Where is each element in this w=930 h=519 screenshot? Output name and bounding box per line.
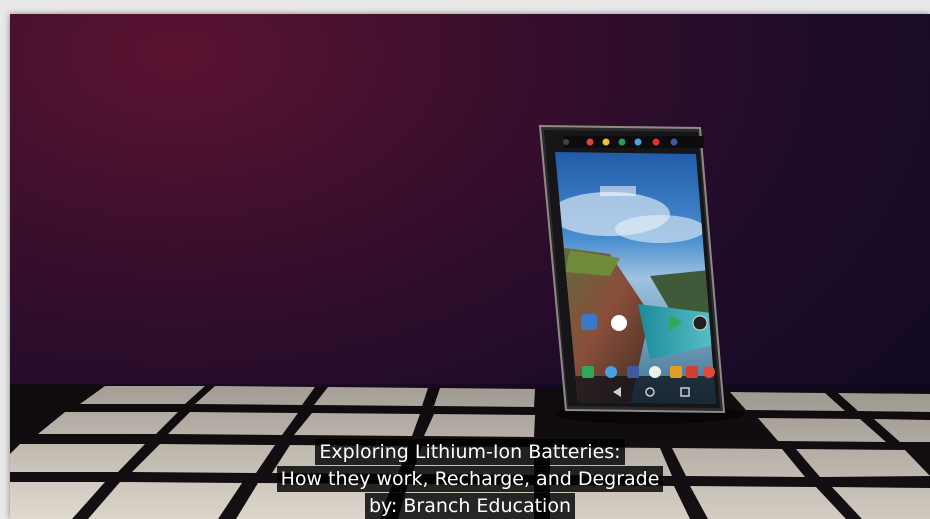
contacts-icon xyxy=(581,314,597,330)
facebook-icon xyxy=(627,366,639,378)
browser-icon xyxy=(605,366,617,378)
subtitle-overlay: Exploring Lithium-Ion Batteries: How the… xyxy=(10,439,930,519)
phone-app-icon xyxy=(582,366,594,378)
apps-drawer-icon xyxy=(649,366,661,378)
photos-icon xyxy=(670,366,682,378)
caption-line-2: How they work, Recharge, and Degrade xyxy=(276,466,664,492)
chrome-icon xyxy=(703,366,715,378)
gmail-icon xyxy=(686,366,698,378)
caption-line-1: Exploring Lithium-Ion Batteries: xyxy=(315,439,625,465)
caption-line-3: by: Branch Education xyxy=(364,493,575,519)
smartphone xyxy=(538,124,726,414)
google-icon xyxy=(611,315,627,331)
camera-icon xyxy=(692,315,708,331)
video-frame[interactable]: Exploring Lithium-Ion Batteries: How the… xyxy=(10,14,930,519)
